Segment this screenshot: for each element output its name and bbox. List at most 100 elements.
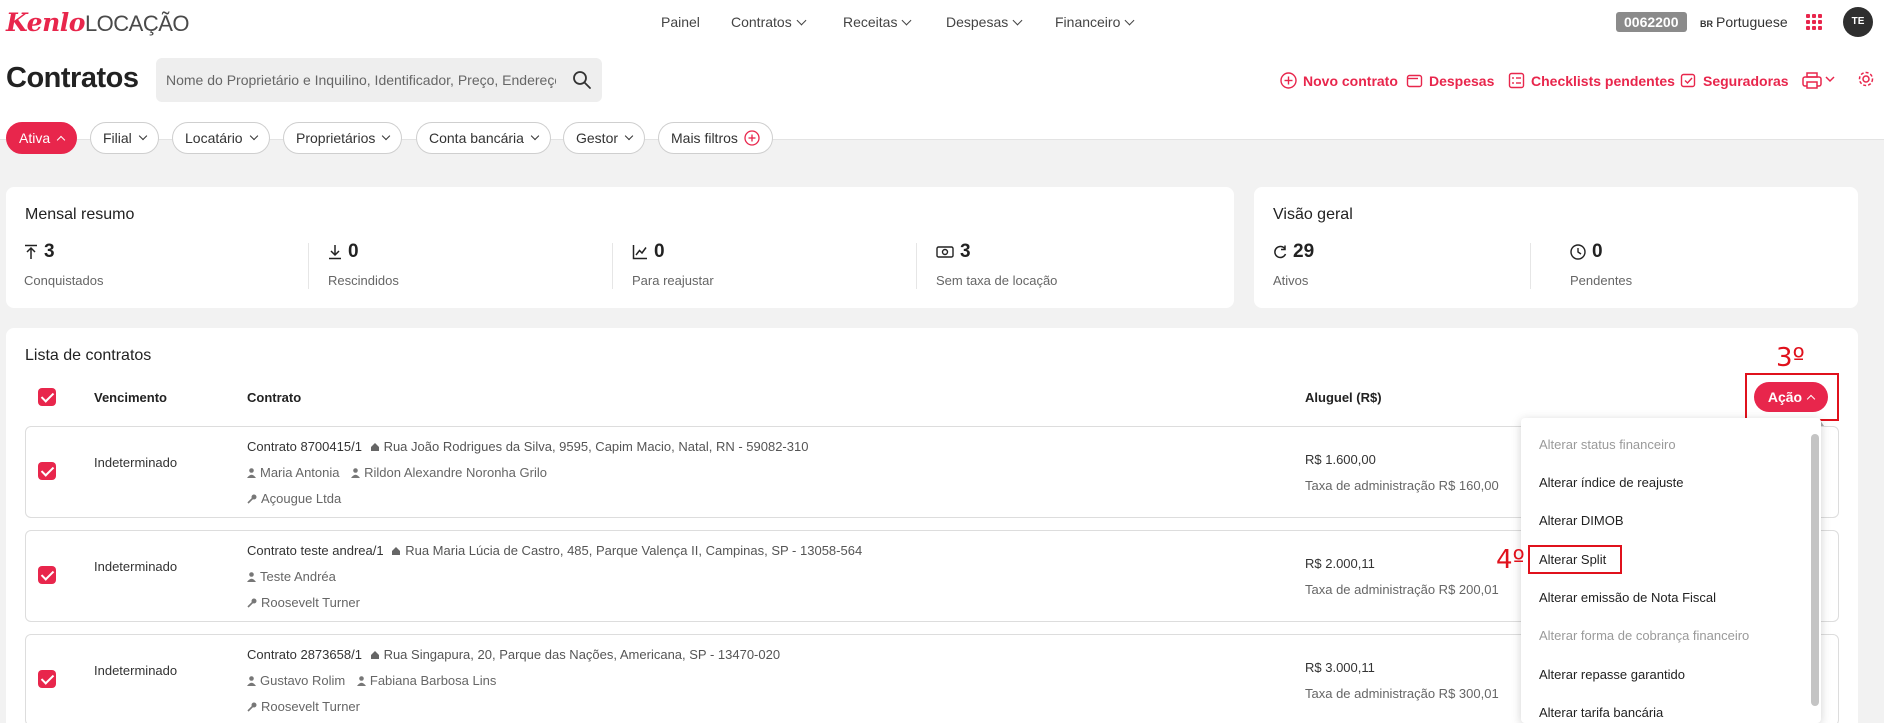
- row-rent: R$ 2.000,11: [1305, 556, 1375, 571]
- row-admin-fee: Taxa de administração R$ 300,01: [1305, 686, 1499, 701]
- metric-pendentes: 0 Pendentes: [1570, 241, 1633, 288]
- nav-contratos[interactable]: Contratos: [731, 14, 807, 30]
- row-checkbox[interactable]: [38, 462, 56, 480]
- menu-item-alterar-indice-reajuste[interactable]: Alterar índice de reajuste: [1539, 475, 1684, 490]
- flag-br-icon: BR: [1700, 19, 1713, 29]
- annotation-step4: 4º: [1496, 545, 1525, 575]
- kenlo-logo[interactable]: KenloLOCAÇÃO: [6, 8, 190, 38]
- filter-gestor[interactable]: Gestor: [563, 122, 646, 154]
- page-title: Contratos: [6, 62, 139, 94]
- row-admin-fee: Taxa de administração R$ 160,00: [1305, 478, 1499, 493]
- key-icon: [247, 702, 257, 712]
- row-due: Indeterminado: [94, 455, 178, 470]
- chevron-down-icon: [249, 131, 258, 141]
- annotation-step3: 3º: [1776, 343, 1805, 373]
- select-all-checkbox[interactable]: [38, 388, 56, 406]
- row-checkbox[interactable]: [38, 670, 56, 688]
- chevron-down-icon: [796, 15, 807, 26]
- row-contract-line: Contrato teste andrea/1 Rua Maria Lúcia …: [247, 543, 862, 558]
- annotation-box-step4: [1528, 545, 1622, 574]
- filter-proprietarios[interactable]: Proprietários: [283, 122, 403, 154]
- menu-item-alterar-tarifa-bancaria[interactable]: Alterar tarifa bancária: [1539, 705, 1663, 720]
- home-icon: [370, 651, 379, 659]
- monthly-summary-card: Mensal resumo 3 Conquistados 0 Rescindid…: [6, 187, 1234, 308]
- nav-financeiro[interactable]: Financeiro: [1055, 14, 1135, 30]
- refresh-icon: [1274, 245, 1287, 259]
- row-admin-fee: Taxa de administração R$ 200,01: [1305, 582, 1499, 597]
- row-contract-line: Contrato 2873658/1 Rua Singapura, 20, Pa…: [247, 647, 780, 662]
- filter-conta-bancaria[interactable]: Conta bancária: [416, 122, 551, 154]
- expenses-button[interactable]: Despesas: [1406, 72, 1494, 89]
- row-owner: Roosevelt Turner: [247, 699, 360, 714]
- checklist-icon: [1508, 72, 1525, 89]
- account-code-badge: 0062200: [1616, 12, 1687, 32]
- monthly-summary-title: Mensal resumo: [25, 206, 135, 223]
- plus-circle-icon: [744, 130, 760, 146]
- contract-address: Rua Maria Lúcia de Castro, 485, Parque V…: [405, 543, 863, 558]
- avatar[interactable]: TE: [1843, 7, 1873, 37]
- download-icon: [329, 245, 341, 260]
- column-contrato[interactable]: Contrato: [247, 390, 301, 405]
- row-owner: Roosevelt Turner: [247, 595, 360, 610]
- apps-grid-icon[interactable]: [1806, 14, 1822, 30]
- money-icon: [936, 246, 954, 258]
- chevron-down-icon: [1012, 15, 1023, 26]
- menu-item-alterar-dimob[interactable]: Alterar DIMOB: [1539, 513, 1624, 528]
- search-input[interactable]: [166, 68, 556, 92]
- home-icon: [392, 547, 401, 555]
- new-contract-button[interactable]: Novo contrato: [1280, 72, 1398, 89]
- nav-receitas[interactable]: Receitas: [843, 14, 912, 30]
- row-due: Indeterminado: [94, 663, 178, 678]
- contract-list-title: Lista de contratos: [25, 347, 152, 364]
- row-owner: Açougue Ltda: [247, 491, 341, 506]
- menu-item-alterar-status-financeiro: Alterar status financeiro: [1539, 437, 1676, 452]
- person-icon: [356, 676, 366, 686]
- row-checkbox[interactable]: [38, 566, 56, 584]
- dropdown-scrollbar[interactable]: [1811, 434, 1819, 706]
- metric-para-reajustar: 0 Para reajustar: [632, 241, 714, 288]
- row-people: Gustavo Rolim Fabiana Barbosa Lins: [247, 673, 496, 688]
- row-contract-line: Contrato 8700415/1 Rua João Rodrigues da…: [247, 439, 808, 454]
- contract-address: Rua João Rodrigues da Silva, 9595, Capim…: [383, 439, 809, 454]
- filter-more[interactable]: Mais filtros: [658, 122, 773, 154]
- metric-conquistados: 3 Conquistados: [24, 241, 104, 288]
- person-icon: [247, 468, 256, 478]
- chevron-down-icon: [624, 131, 634, 141]
- metric-rescindidos: 0 Rescindidos: [328, 241, 399, 288]
- overview-title: Visão geral: [1273, 206, 1353, 223]
- key-icon: [247, 598, 257, 608]
- chevron-down-icon: [902, 15, 912, 26]
- filter-ativa[interactable]: Ativa: [6, 122, 78, 154]
- column-aluguel[interactable]: Aluguel (R$): [1305, 390, 1382, 405]
- plus-circle-icon: [1280, 72, 1297, 89]
- chevron-up-icon: [56, 135, 66, 145]
- chevron-down-icon: [1124, 15, 1135, 26]
- insurers-button[interactable]: Seguradoras: [1680, 72, 1789, 89]
- row-people: Maria Antonia Rildon Alexandre Noronha G…: [247, 465, 547, 480]
- person-icon: [247, 572, 256, 582]
- person-icon: [351, 468, 361, 478]
- nav-painel[interactable]: Painel: [661, 14, 700, 30]
- menu-item-alterar-repasse-garantido[interactable]: Alterar repasse garantido: [1539, 667, 1685, 682]
- menu-item-alterar-forma-cobranca: Alterar forma de cobrança financeiro: [1539, 628, 1750, 643]
- contract-link[interactable]: Contrato 8700415/1: [247, 439, 362, 454]
- contract-link[interactable]: Contrato teste andrea/1: [247, 543, 384, 558]
- pending-checklists-button[interactable]: Checklists pendentes: [1508, 72, 1675, 89]
- search-icon[interactable]: [572, 70, 592, 90]
- contract-address: Rua Singapura, 20, Parque das Nações, Am…: [383, 647, 781, 662]
- nav-despesas[interactable]: Despesas: [946, 14, 1023, 30]
- home-icon: [370, 443, 379, 451]
- menu-item-alterar-nota-fiscal[interactable]: Alterar emissão de Nota Fiscal: [1539, 590, 1716, 605]
- language-selector[interactable]: BR Portuguese: [1700, 14, 1788, 30]
- filter-filial[interactable]: Filial: [90, 122, 159, 154]
- print-menu-icon[interactable]: [1802, 71, 1838, 89]
- overview-card: Visão geral 29 Ativos 0 Pendentes: [1254, 187, 1858, 308]
- row-people: Teste Andréa: [247, 569, 336, 584]
- contract-link[interactable]: Contrato 2873658/1: [247, 647, 362, 662]
- column-vencimento[interactable]: Vencimento: [94, 390, 167, 405]
- trend-chart-icon: [632, 245, 647, 260]
- gear-icon[interactable]: [1857, 70, 1875, 88]
- row-rent: R$ 1.600,00: [1305, 452, 1376, 467]
- chevron-down-icon: [382, 131, 391, 141]
- filter-locatario[interactable]: Locatário: [172, 122, 270, 154]
